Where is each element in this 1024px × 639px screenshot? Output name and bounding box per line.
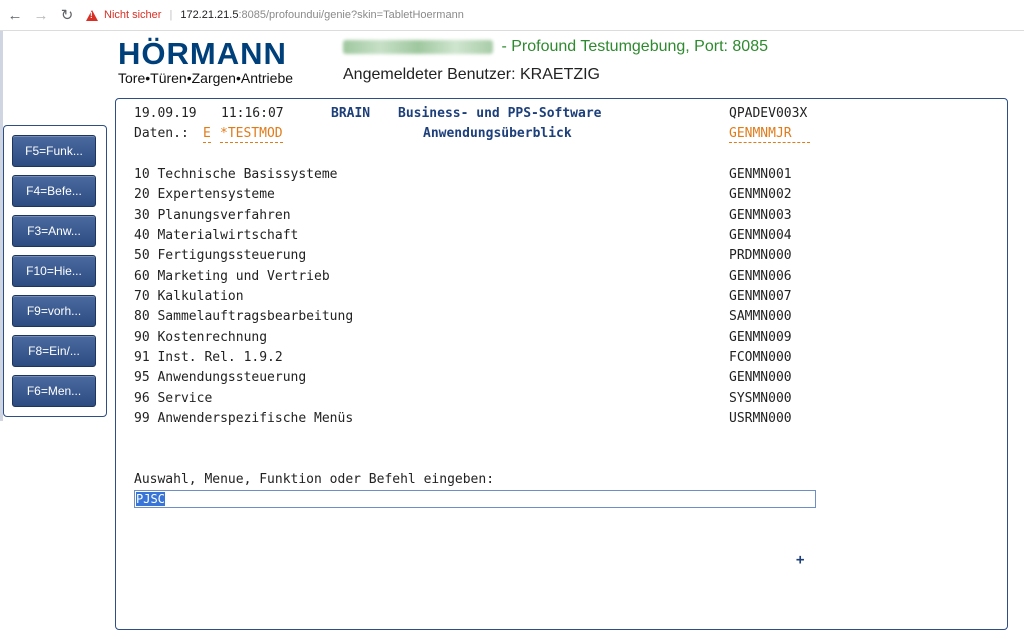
menu-item[interactable]: 90 Kostenrechnung bbox=[134, 330, 267, 346]
fkey-f8-button[interactable]: F8=Ein/... bbox=[12, 335, 96, 367]
menu-item[interactable]: 99 Anwenderspezifische Menüs bbox=[134, 411, 353, 427]
menu-item-code: GENMN007 bbox=[729, 289, 792, 304]
screen-daten-code[interactable]: E bbox=[203, 126, 211, 143]
environment-title: - Profound Testumgebung, Port: 8085 bbox=[343, 38, 768, 56]
menu-item-code: GENMN002 bbox=[729, 187, 792, 202]
screen-daten-lib[interactable]: *TESTMOD bbox=[220, 126, 283, 143]
menu-item-code: GENMN006 bbox=[729, 269, 792, 284]
menu-item-code: GENMN004 bbox=[729, 228, 792, 243]
screen-brain-label: BRAIN bbox=[331, 106, 371, 121]
menu-item[interactable]: 10 Technische Basissysteme bbox=[134, 167, 338, 183]
menu-item-code: GENMN003 bbox=[729, 208, 792, 223]
url-path: :8085/profoundui/genie?skin=TabletHoerma… bbox=[238, 9, 464, 21]
command-input[interactable]: PJSC bbox=[134, 490, 816, 508]
security-status[interactable]: Nicht sicher bbox=[104, 9, 161, 21]
menu-item[interactable]: 30 Planungsverfahren bbox=[134, 208, 291, 224]
logo-wordmark: HÖRMANN bbox=[118, 36, 287, 71]
menu-item[interactable]: 20 Expertensysteme bbox=[134, 187, 275, 203]
menu-item-code: GENMN000 bbox=[729, 370, 792, 385]
reload-icon[interactable]: ↻ bbox=[56, 4, 78, 26]
back-arrow-icon[interactable]: ← bbox=[4, 4, 26, 26]
menu-item[interactable]: 40 Materialwirtschaft bbox=[134, 228, 298, 244]
menu-item[interactable]: 60 Marketing und Vertrieb bbox=[134, 269, 330, 285]
fkey-f9-button[interactable]: F9=vorh... bbox=[12, 295, 96, 327]
fkey-f3-button[interactable]: F3=Anw... bbox=[12, 215, 96, 247]
command-input-value: PJSC bbox=[136, 492, 165, 506]
menu-item-code: FCOMN000 bbox=[729, 350, 792, 365]
command-prompt-label: Auswahl, Menue, Funktion oder Befehl ein… bbox=[134, 472, 495, 487]
menu-item[interactable]: 91 Inst. Rel. 1.9.2 bbox=[134, 350, 283, 366]
menu-item-code: USRMN000 bbox=[729, 411, 792, 426]
menu-item[interactable]: 80 Sammelauftragsbearbeitung bbox=[134, 309, 353, 325]
terminal-screen: 19.09.19 11:16:07 BRAIN Business- und PP… bbox=[115, 98, 1008, 630]
page-content: HÖRMANN Tore•Türen•Zargen•Antriebe - Pro… bbox=[0, 31, 1024, 639]
logo-tagline: Tore•Türen•Zargen•Antriebe bbox=[118, 70, 294, 86]
menu-item[interactable]: 95 Anwendungssteuerung bbox=[134, 370, 306, 386]
screen-date: 19.09.19 bbox=[134, 106, 197, 121]
fkey-f4-button[interactable]: F4=Befe... bbox=[12, 175, 96, 207]
menu-item[interactable]: 50 Fertigungssteuerung bbox=[134, 248, 306, 264]
warning-icon bbox=[86, 9, 98, 21]
more-indicator: + bbox=[796, 552, 805, 568]
logged-in-user: Angemeldeter Benutzer: KRAETZIG bbox=[343, 66, 600, 83]
screen-daten-label: Daten.: bbox=[134, 126, 189, 141]
browser-toolbar: ← → ↻ Nicht sicher | 172.21.21.5:8085/pr… bbox=[0, 0, 1024, 31]
menu-item-code: PRDMN000 bbox=[729, 248, 792, 263]
menu-item-code: SYSMN000 bbox=[729, 391, 792, 406]
address-bar[interactable]: Nicht sicher | 172.21.21.5:8085/profound… bbox=[86, 4, 464, 26]
menu-item[interactable]: 70 Kalkulation bbox=[134, 289, 244, 305]
redacted-company-name bbox=[343, 39, 493, 54]
screen-subtitle: Anwendungsüberblick bbox=[423, 126, 572, 141]
hoermann-logo: HÖRMANN Tore•Türen•Zargen•Antriebe bbox=[118, 36, 294, 87]
function-key-panel: F5=Funk... F4=Befe... F3=Anw... F10=Hie.… bbox=[3, 125, 107, 417]
fkey-f6-button[interactable]: F6=Men... bbox=[12, 375, 96, 407]
fkey-f10-button[interactable]: F10=Hie... bbox=[12, 255, 96, 287]
screen-menu-id[interactable]: GENMNMJR bbox=[729, 126, 810, 143]
menu-item[interactable]: 96 Service bbox=[134, 391, 212, 407]
menu-item-code: SAMMN000 bbox=[729, 309, 792, 324]
screen-system-id: QPADEV003X bbox=[729, 106, 808, 121]
environment-title-text: - Profound Testumgebung, Port: 8085 bbox=[501, 38, 768, 55]
address-separator: | bbox=[169, 9, 173, 21]
screen-app-title: Business- und PPS-Software bbox=[398, 106, 602, 121]
menu-item-code: GENMN001 bbox=[729, 167, 792, 182]
fkey-f5-button[interactable]: F5=Funk... bbox=[12, 135, 96, 167]
menu-item-code: GENMN009 bbox=[729, 330, 792, 345]
screen-time: 11:16:07 bbox=[221, 106, 284, 121]
url-host: 172.21.21.5 bbox=[180, 9, 239, 21]
forward-arrow-icon[interactable]: → bbox=[30, 4, 52, 26]
